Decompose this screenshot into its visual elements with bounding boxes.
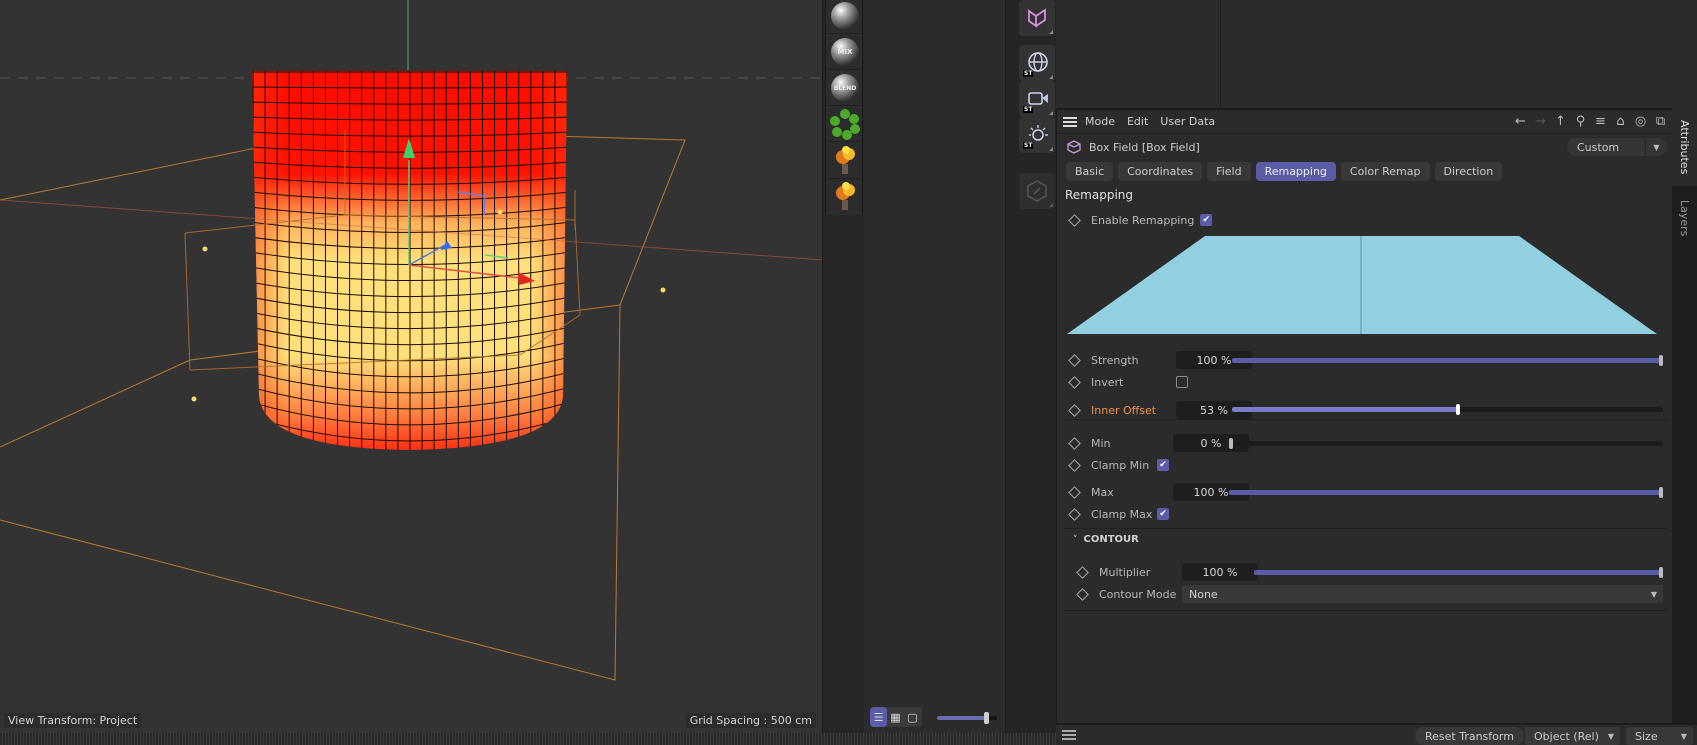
- up-arrow-icon[interactable]: ↑: [1552, 113, 1569, 130]
- tab-color-remap[interactable]: Color Remap: [1340, 162, 1430, 181]
- remap-curve-graph[interactable]: [1067, 234, 1657, 336]
- keyframe-diamond-icon[interactable]: [1068, 353, 1081, 367]
- mix-material-icon[interactable]: MIX: [831, 38, 859, 66]
- list-view-icon[interactable]: ☰: [870, 707, 887, 727]
- min-slider[interactable]: [1229, 438, 1663, 449]
- tab-field[interactable]: Field: [1207, 162, 1251, 181]
- tab-direction[interactable]: Direction: [1434, 162, 1503, 181]
- material-manager-panel: [864, 0, 1006, 733]
- inner-offset-slider[interactable]: [1232, 404, 1663, 415]
- coordinates-bar: Reset Transform Object (Rel) ▼ Size ▼: [1056, 723, 1697, 745]
- chevron-down-icon: ▼: [1680, 731, 1687, 741]
- side-tab-attributes[interactable]: Attributes: [1672, 108, 1697, 186]
- contour-mode-dropdown[interactable]: None ▼: [1182, 585, 1663, 603]
- section-title: Remapping: [1065, 188, 1134, 202]
- menu-user-data[interactable]: User Data: [1160, 115, 1215, 128]
- clamp-min-checkbox[interactable]: ✔: [1157, 459, 1169, 471]
- large-view-icon[interactable]: ▢: [904, 707, 921, 727]
- forward-arrow-icon[interactable]: →: [1532, 113, 1549, 130]
- keyframe-diamond-icon[interactable]: [1076, 565, 1089, 579]
- material-strip: MIX BLEND: [825, 0, 864, 215]
- material-ball-icon[interactable]: [831, 2, 859, 30]
- light-st-button[interactable]: ST: [1019, 117, 1055, 153]
- attribute-tabs: Basic Coordinates Field Remapping Color …: [1066, 162, 1503, 181]
- filter-icon[interactable]: ≡: [1592, 113, 1609, 130]
- object-manager-panel: [1056, 0, 1697, 108]
- clamp-max-checkbox[interactable]: ✔: [1157, 508, 1169, 520]
- keyframe-diamond-icon[interactable]: [1068, 213, 1081, 227]
- edit-pencil-icon: [1027, 180, 1047, 202]
- strength-slider[interactable]: [1232, 355, 1663, 366]
- hamburger-menu-icon[interactable]: [1063, 116, 1077, 127]
- menu-mode[interactable]: Mode: [1085, 115, 1115, 128]
- explosion-material-icon[interactable]: [831, 181, 859, 213]
- chevron-down-icon: ▼: [1645, 138, 1667, 156]
- attributes-menubar: Mode Edit User Data ← → ↑ ⚲ ≡ ⌂ ◎ ⧉: [1057, 110, 1673, 134]
- attributes-panel: Mode Edit User Data ← → ↑ ⚲ ≡ ⌂ ◎ ⧉ Box …: [1056, 108, 1673, 733]
- keyframe-diamond-icon[interactable]: [1068, 458, 1081, 472]
- viewport-scene: [0, 0, 822, 681]
- object-name: Box Field [Box Field]: [1089, 140, 1200, 154]
- tab-remapping[interactable]: Remapping: [1255, 162, 1336, 181]
- object-header: Box Field [Box Field] Custom ▼: [1057, 136, 1673, 158]
- search-icon[interactable]: ⚲: [1572, 113, 1589, 130]
- clamp-max-row: Clamp Max ✔: [1057, 504, 1673, 524]
- explosion-material-icon[interactable]: [831, 145, 859, 177]
- side-tab-layers[interactable]: Layers: [1672, 188, 1697, 248]
- vegetation-material-icon[interactable]: [830, 108, 860, 140]
- grid-view-icon[interactable]: ▦: [887, 707, 904, 727]
- cylinder: [252, 71, 567, 450]
- back-arrow-icon[interactable]: ←: [1512, 113, 1529, 130]
- chevron-down-icon: ▼: [1607, 731, 1614, 741]
- new-window-icon[interactable]: ⧉: [1652, 113, 1669, 130]
- view-mode-toggle: ☰ ▦ ▢: [870, 707, 922, 727]
- remap-curve-area: [1067, 236, 1657, 334]
- chevron-down-icon: ˅: [1073, 534, 1078, 545]
- lock-icon[interactable]: ⌂: [1612, 113, 1629, 130]
- box-field-icon: [1067, 140, 1081, 154]
- invert-checkbox[interactable]: [1176, 376, 1188, 388]
- keyframe-diamond-icon[interactable]: [1076, 587, 1089, 601]
- 3d-viewport[interactable]: View Transform: Project Grid Spacing : 5…: [0, 0, 823, 733]
- preset-dropdown[interactable]: Custom ▼: [1567, 138, 1667, 156]
- tab-basic[interactable]: Basic: [1066, 162, 1114, 181]
- hamburger-menu-icon[interactable]: [1062, 730, 1076, 740]
- spline-icon: [1028, 8, 1046, 28]
- contour-mode-row: Contour Mode None ▼: [1057, 584, 1673, 604]
- grid-spacing-label: Grid Spacing : 500 cm: [685, 713, 816, 728]
- coordinate-mode-dropdown[interactable]: Object (Rel) ▼: [1525, 727, 1620, 745]
- transform-type-dropdown[interactable]: Size ▼: [1626, 727, 1693, 745]
- keyframe-diamond-icon[interactable]: [1068, 436, 1081, 450]
- menu-edit[interactable]: Edit: [1127, 115, 1148, 128]
- target-icon[interactable]: ◎: [1632, 113, 1649, 130]
- chevron-down-icon: ▼: [1650, 589, 1657, 599]
- keyframe-diamond-icon[interactable]: [1068, 375, 1081, 389]
- timeline-strip: [0, 733, 1056, 745]
- multiplier-field[interactable]: 100 %: [1182, 563, 1258, 581]
- max-slider[interactable]: [1229, 487, 1663, 498]
- edit-button-disabled[interactable]: [1019, 173, 1055, 209]
- camera-st-button[interactable]: ST: [1019, 81, 1055, 117]
- clamp-min-row: Clamp Min ✔: [1057, 455, 1673, 475]
- blend-material-icon[interactable]: BLEND: [831, 74, 859, 102]
- keyframe-diamond-icon[interactable]: [1068, 485, 1081, 499]
- reset-transform-button[interactable]: Reset Transform: [1415, 727, 1524, 745]
- sky-st-button[interactable]: ST: [1019, 45, 1055, 81]
- invert-row: Invert: [1057, 372, 1673, 392]
- keyframe-diamond-icon[interactable]: [1068, 507, 1081, 521]
- keyframe-diamond-icon[interactable]: [1068, 403, 1081, 417]
- view-transform-label: View Transform: Project: [4, 713, 142, 728]
- tool-palette: ST ST ST: [1006, 0, 1056, 733]
- multiplier-slider[interactable]: [1254, 567, 1663, 578]
- enable-remapping-checkbox[interactable]: ✔: [1200, 214, 1213, 226]
- side-tab-bar: Attributes Layers: [1672, 108, 1697, 745]
- tab-coordinates[interactable]: Coordinates: [1118, 162, 1203, 181]
- contour-group-header[interactable]: ˅ CONTOUR: [1073, 534, 1139, 545]
- thumbnail-size-slider[interactable]: [937, 712, 997, 724]
- enable-remapping-row: Enable Remapping ✔: [1057, 210, 1673, 230]
- spline-tool-button[interactable]: [1019, 0, 1055, 36]
